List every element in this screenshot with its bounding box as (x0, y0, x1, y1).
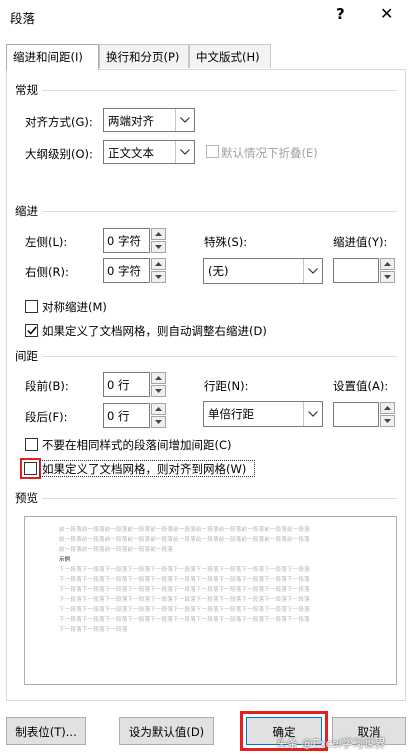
arrow-down-icon[interactable] (151, 271, 166, 283)
auto-adjust-indent-label: 如果定义了文档网格，则自动调整右缩进(D) (42, 324, 267, 338)
chevron-down-icon (303, 259, 322, 283)
alignment-value: 两端对齐 (108, 114, 154, 128)
preview-prev-line: 前一段落前一段落前一段落前一段落前一段落前一段落前一段落前一段落前一段落前一段落… (59, 527, 310, 533)
space-before-input[interactable]: 0 行 (103, 372, 150, 397)
alignment-select[interactable]: 两端对齐 (103, 108, 195, 132)
preview-next-line: 下一段落下一段落下一段落下一段落下一段落下一段落下一段落下一段落下一段落下一段落… (59, 587, 310, 593)
no-space-same-style-checkbox[interactable] (25, 438, 38, 451)
line-spacing-select[interactable]: 单倍行距 (203, 401, 323, 427)
close-button[interactable]: ✕ (380, 4, 393, 23)
collapse-default-label: 默认情况下折叠(E) (221, 146, 318, 160)
alignment-label: 对齐方式(G): (25, 115, 93, 129)
window-title: 段落 (10, 11, 36, 26)
arrow-down-icon[interactable] (151, 241, 166, 253)
arrow-up-icon[interactable] (151, 403, 166, 415)
arrow-up-icon[interactable] (151, 228, 166, 240)
space-before-label: 段前(B): (25, 379, 69, 393)
preview-next-line: 下一段落下一段落下一段落下一段落下一段落下一段落下一段落下一段落下一段落下一段落… (59, 577, 310, 583)
special-indent-select[interactable]: (无) (203, 258, 323, 284)
snap-to-grid-checkbox[interactable] (24, 462, 37, 475)
auto-adjust-indent-checkbox[interactable] (25, 324, 38, 337)
right-indent-label: 右侧(R): (25, 265, 69, 279)
preview-sample-text: 示例 (59, 557, 71, 563)
space-before-stepper (151, 372, 166, 397)
general-divider (42, 90, 397, 91)
arrow-up-icon[interactable] (380, 402, 395, 414)
arrow-down-icon[interactable] (151, 416, 166, 428)
outline-level-select[interactable]: 正文文本 (103, 140, 195, 164)
arrow-up-icon[interactable] (151, 258, 166, 270)
set-default-button[interactable]: 设为默认值(D) (119, 717, 214, 745)
left-indent-label: 左侧(L): (25, 235, 68, 249)
arrow-down-icon[interactable] (151, 385, 166, 397)
set-value-label: 设置值(A): (333, 379, 389, 393)
chevron-down-icon (175, 109, 194, 131)
indent-value-input[interactable] (333, 258, 379, 283)
preview-heading: 预览 (15, 491, 38, 505)
outline-level-value: 正文文本 (108, 146, 154, 160)
preview-prev-line: 前一段落前一段落前一段落前一段落前一段落 (59, 547, 174, 553)
left-indent-input[interactable]: 0 字符 (103, 228, 150, 253)
left-indent-stepper (151, 228, 166, 253)
watermark: 头条 @Excel学习世界 (276, 737, 386, 750)
arrow-down-icon[interactable] (380, 271, 395, 283)
set-value-stepper (380, 402, 395, 427)
preview-next-line: 下一段落下一段落下一段落下一段落下一段落下一段落下一段落下一段落下一段落下一段落… (59, 567, 310, 573)
general-heading: 常规 (15, 83, 38, 97)
special-indent-value: (无) (208, 264, 229, 278)
outline-level-label: 大纲级别(O): (25, 147, 93, 161)
special-indent-label: 特殊(S): (204, 235, 248, 249)
help-button[interactable]: ? (336, 5, 345, 23)
tab-asian-typography[interactable]: 中文版式(H) (189, 44, 271, 68)
snap-to-grid-label: 如果定义了文档网格，则对齐到网格(W) (42, 462, 247, 476)
tab-indent-spacing[interactable]: 缩进和间距(I) (6, 44, 99, 70)
right-indent-stepper (151, 258, 166, 283)
space-after-label: 段后(F): (25, 410, 68, 424)
tab-strip: 缩进和间距(I) 换行和分页(P) 中文版式(H) (0, 44, 413, 70)
space-after-input[interactable]: 0 行 (103, 403, 150, 428)
mirror-indent-checkbox[interactable] (25, 300, 38, 313)
preview-box: 前一段落前一段落前一段落前一段落前一段落前一段落前一段落前一段落前一段落前一段落… (24, 516, 397, 685)
arrow-up-icon[interactable] (380, 258, 395, 270)
set-value-input[interactable] (333, 402, 379, 427)
preview-next-line: 下一段落下一段落下一段落下一段落下一段落下一段落下一段落下一段落下一段落下一段落… (59, 597, 310, 603)
indent-value-stepper (380, 258, 395, 283)
indent-value-label: 缩进值(Y): (333, 235, 388, 249)
collapse-default-checkbox[interactable] (206, 145, 219, 158)
preview-divider (42, 498, 397, 499)
title-bar: 段落 ? ✕ (0, 0, 413, 34)
mirror-indent-label: 对称缩进(M) (42, 300, 107, 314)
preview-next-line: 下一段落下一段落下一段落 (59, 627, 128, 633)
line-spacing-label: 行距(N): (204, 379, 249, 393)
spacing-heading: 间距 (15, 349, 38, 363)
right-indent-value: 0 字符 (107, 264, 141, 278)
left-indent-value: 0 字符 (107, 234, 141, 248)
space-after-stepper (151, 403, 166, 428)
space-after-value: 0 行 (107, 409, 130, 423)
chevron-down-icon (303, 402, 322, 426)
preview-next-line: 下一段落下一段落下一段落下一段落下一段落下一段落下一段落下一段落下一段落下一段落… (59, 607, 310, 613)
arrow-up-icon[interactable] (151, 372, 166, 384)
tabs-button[interactable]: 制表位(T)... (6, 717, 86, 745)
checkmark-icon (27, 326, 37, 335)
arrow-down-icon[interactable] (380, 415, 395, 427)
line-spacing-value: 单倍行距 (208, 407, 254, 421)
preview-next-line: 下一段落下一段落下一段落下一段落下一段落下一段落下一段落下一段落下一段落下一段落… (59, 617, 310, 623)
spacing-divider (42, 356, 397, 357)
no-space-same-style-label: 不要在相同样式的段落间增加间距(C) (42, 438, 232, 452)
space-before-value: 0 行 (107, 378, 130, 392)
chevron-down-icon (175, 141, 194, 163)
indent-heading: 缩进 (15, 204, 38, 218)
preview-prev-line: 前一段落前一段落前一段落前一段落前一段落前一段落前一段落前一段落前一段落前一段落… (59, 537, 310, 543)
tab-line-page-breaks[interactable]: 换行和分页(P) (99, 44, 189, 68)
indent-divider (42, 211, 397, 212)
right-indent-input[interactable]: 0 字符 (103, 258, 150, 283)
